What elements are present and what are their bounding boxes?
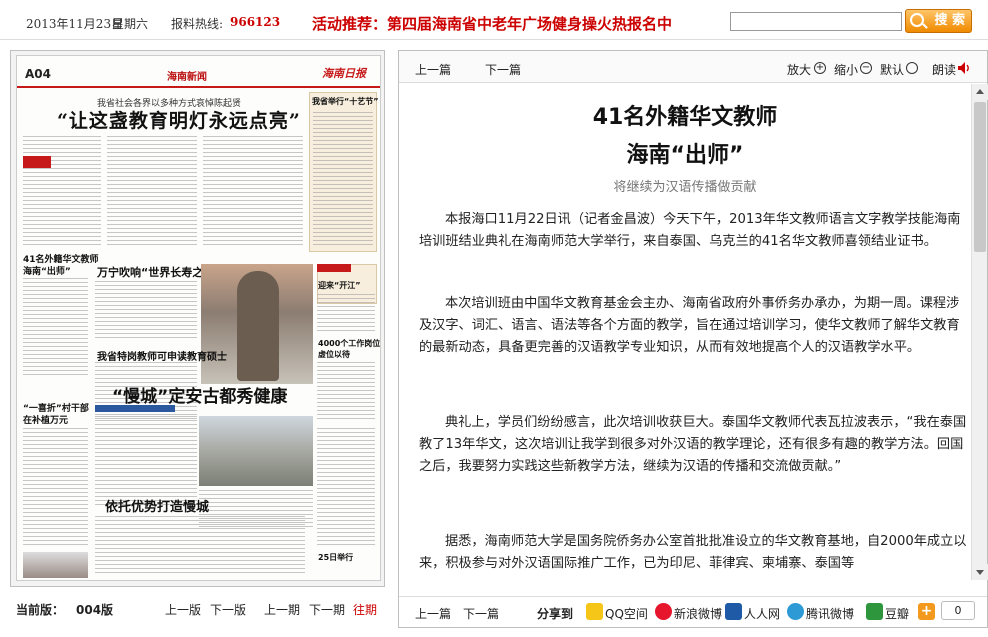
newspaper-text-block (23, 136, 101, 246)
next-article-link[interactable]: 下一篇 (485, 61, 521, 78)
article-scrollbar[interactable] (971, 84, 988, 580)
next-issue-link[interactable]: 下一期 (309, 601, 345, 618)
newspaper-text-block (23, 428, 88, 548)
article-paragraph: 本报海口11月22日讯（记者金昌波）今天下午，2013年华文教师语言文字教学技能… (419, 212, 961, 250)
top-bar: 2013年11月23日 星期六 报料热线: 966123 活动推荐：第四届海南省… (0, 0, 988, 40)
sina-weibo-icon[interactable] (655, 603, 672, 620)
article-paragraph: 典礼上，学员们纷纷感言，此次培训收获巨大。泰国华文教师代表瓦拉波表示，“我在泰国… (419, 415, 967, 475)
default-zoom-label[interactable]: 默认 (880, 61, 904, 78)
speaker-icon[interactable] (957, 61, 971, 75)
newspaper-page-panel: A04 海南新闻 海南日报 我省社会各界以多种方式哀悼陈起贤 “让这盏教育明灯永… (10, 50, 385, 587)
article-paragraph: 本次培训班由中国华文教育基金会主办、海南省政府外事侨务办承办，为期一周。课程涉及… (419, 296, 960, 356)
newspaper-text-block (23, 278, 88, 378)
promo-link[interactable]: 活动推荐：第四届海南省中老年广场健身操火热报名中 (312, 13, 672, 34)
next-page-link[interactable]: 下一版 (210, 601, 246, 618)
newspaper-section: 海南新闻 (167, 72, 207, 83)
newspaper-headline[interactable]: “慢城”定安古都秀健康 (112, 382, 287, 407)
newspaper-red-tag (317, 264, 351, 272)
zoom-out-icon[interactable]: − (860, 62, 872, 74)
current-page-value: 004版 (76, 603, 114, 617)
scroll-down-arrow-icon[interactable] (972, 564, 988, 580)
newspaper-text-block (107, 136, 197, 246)
more-share-icon[interactable]: + (918, 603, 935, 620)
newspaper-red-tag (23, 156, 51, 168)
newspaper-headline[interactable]: 我省特岗教师可申读教育硕士 (97, 348, 227, 363)
scrollbar-thumb[interactable] (974, 102, 986, 252)
page-navigation: 当前版： 004版 上一版 下一版 上一期 下一期 往期 (10, 592, 385, 622)
scroll-up-arrow-icon[interactable] (972, 84, 988, 100)
share-label: 分享到 (537, 607, 574, 621)
share-count: 0 (941, 601, 975, 620)
newspaper-photo (199, 416, 313, 486)
newspaper-headline[interactable]: 4000个工作岗位 (318, 338, 380, 349)
search-button[interactable]: 搜 索 (905, 9, 972, 33)
qzone-icon[interactable] (586, 603, 603, 620)
newspaper-text-block (317, 294, 375, 334)
newspaper-lead-headline[interactable]: “让这盏教育明灯永远点亮” (57, 106, 301, 133)
tencent-weibo-icon[interactable] (787, 603, 804, 620)
article-paragraph: 据悉，海南师范大学是国务院侨务办公室首批批准设立的华文教育基地，自2000年成立… (419, 534, 967, 572)
newspaper-headline[interactable]: 我省举行“十艺节” (312, 96, 379, 107)
newspaper-headline[interactable]: 海南“出师” (23, 264, 71, 277)
newspaper-photo (23, 552, 88, 578)
zoom-in-label[interactable]: 放大 (787, 61, 811, 78)
renren-icon[interactable] (725, 603, 742, 620)
share-renren[interactable]: 人人网 (744, 605, 780, 622)
share-qzone[interactable]: QQ空间 (605, 605, 648, 622)
newspaper-headline[interactable]: 虚位以待 (318, 349, 350, 360)
newspaper-text-block (95, 416, 197, 506)
search-icon (910, 13, 924, 27)
prev-page-link[interactable]: 上一版 (165, 601, 201, 618)
search-input[interactable] (730, 12, 902, 31)
article-title-line2: 海南“出师” (626, 143, 744, 168)
past-issues-link[interactable]: 往期 (353, 601, 377, 618)
footer-next-article-link[interactable]: 下一篇 (463, 605, 499, 622)
douban-icon[interactable] (866, 603, 883, 620)
share-sina-weibo[interactable]: 新浪微博 (674, 605, 722, 622)
newspaper-headline[interactable]: 在补植万元 (23, 413, 68, 426)
newspaper-text-block (203, 136, 303, 246)
footer-prev-article-link[interactable]: 上一篇 (415, 605, 451, 622)
article-title-line1: 41名外籍华文教师 (592, 105, 778, 130)
article-content: 41名外籍华文教师 海南“出师” 将继续为汉语传播做贡献 本报海口11月22日讯… (399, 84, 971, 580)
share-douban[interactable]: 豆瓣 (885, 605, 909, 622)
newspaper-blue-bar (95, 405, 175, 412)
article-footer: 上一篇 下一篇 分享到 QQ空间 新浪微博 人人网 腾讯微博 豆瓣 + 0 (399, 596, 987, 628)
search-button-label: 搜 索 (934, 13, 965, 28)
newspaper-text-block (313, 112, 373, 247)
newspaper-headline[interactable]: 25日举行 (318, 552, 353, 563)
newspaper-page-number: A04 (25, 67, 51, 81)
prev-article-link[interactable]: 上一篇 (415, 61, 451, 78)
newspaper-headline[interactable]: 依托优势打造慢城 (105, 496, 209, 515)
newspaper-text-block (95, 281, 197, 341)
newspaper-logo: 海南日报 (322, 67, 366, 80)
article-subtitle: 将继续为汉语传播做贡献 (613, 180, 757, 195)
current-page-label: 当前版： (16, 603, 65, 617)
newspaper-text-block (317, 428, 375, 548)
article-panel: 上一篇 下一篇 放大 + 缩小 − 默认 朗读 41名外籍华文教师 海南“出师”… (398, 50, 988, 628)
zoom-in-icon[interactable]: + (814, 62, 826, 74)
current-date: 2013年11月23日 (26, 17, 124, 31)
newspaper-text-block (95, 516, 305, 576)
newspaper-text-block (317, 362, 375, 422)
newspaper-page-image[interactable]: A04 海南新闻 海南日报 我省社会各界以多种方式哀悼陈起贤 “让这盏教育明灯永… (16, 55, 381, 581)
article-toolbar: 上一篇 下一篇 放大 + 缩小 − 默认 朗读 (399, 51, 987, 83)
read-aloud-label[interactable]: 朗读 (932, 61, 956, 78)
prev-issue-link[interactable]: 上一期 (264, 601, 300, 618)
current-weekday: 星期六 (112, 17, 149, 31)
share-tencent-weibo[interactable]: 腾讯微博 (806, 605, 854, 622)
default-zoom-icon[interactable] (906, 62, 918, 74)
hotline-number: 966123 (230, 15, 281, 29)
zoom-out-label[interactable]: 缩小 (834, 61, 858, 78)
newspaper-headline[interactable]: 迎来“开江” (318, 280, 361, 291)
newspaper-photo-statue (237, 271, 279, 381)
hotline-label: 报料热线: (171, 17, 224, 31)
newspaper-masthead: A04 海南新闻 海南日报 (17, 56, 380, 88)
